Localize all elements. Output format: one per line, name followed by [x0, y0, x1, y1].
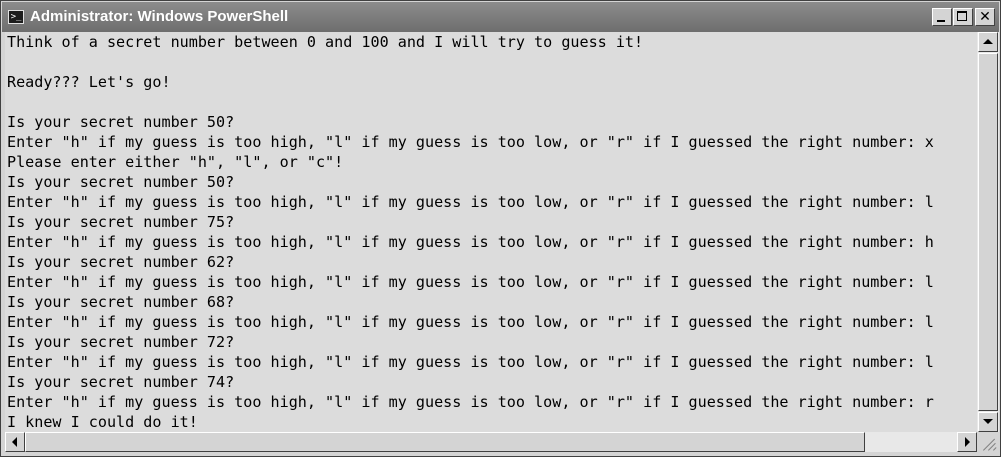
- console-line: Is your secret number 72?: [7, 333, 235, 351]
- vertical-scrollbar[interactable]: [977, 32, 999, 432]
- horizontal-scroll-thumb[interactable]: [25, 432, 865, 452]
- console-line: Enter "h" if my guess is too high, "l" i…: [7, 353, 934, 371]
- console-line: Enter "h" if my guess is too high, "l" i…: [7, 273, 934, 291]
- console-line: Enter "h" if my guess is too high, "l" i…: [7, 133, 934, 151]
- minimize-button[interactable]: [932, 8, 952, 26]
- arrow-left-icon: [12, 437, 17, 447]
- console-line: Enter "h" if my guess is too high, "l" i…: [7, 233, 934, 251]
- console-line: Is your secret number 50?: [7, 173, 235, 191]
- console-line: Is your secret number 50?: [7, 113, 235, 131]
- console-line: Think of a secret number between 0 and 1…: [7, 33, 644, 51]
- horizontal-scrollbar[interactable]: [5, 432, 977, 452]
- powershell-window: >_ Administrator: Windows PowerShell ✕ T…: [0, 0, 1001, 457]
- console-line: Is your secret number 62?: [7, 253, 235, 271]
- console-line: I knew I could do it!: [7, 413, 198, 431]
- scroll-up-button[interactable]: [978, 32, 998, 52]
- console-line: Enter "h" if my guess is too high, "l" i…: [7, 313, 934, 331]
- title-bar[interactable]: >_ Administrator: Windows PowerShell ✕: [2, 2, 999, 32]
- close-button[interactable]: ✕: [975, 8, 995, 26]
- console-output[interactable]: Think of a secret number between 0 and 1…: [5, 32, 977, 432]
- close-icon: ✕: [979, 9, 991, 25]
- minimize-icon: [937, 20, 945, 22]
- console-line: Ready??? Let's go!: [7, 73, 171, 91]
- resize-grip-icon[interactable]: [977, 432, 999, 452]
- window-title: Administrator: Windows PowerShell: [30, 8, 289, 25]
- scroll-right-button[interactable]: [957, 432, 977, 452]
- arrow-right-icon: [965, 437, 970, 447]
- arrow-up-icon: [983, 39, 993, 44]
- scroll-down-button[interactable]: [978, 412, 998, 432]
- console-line: Is your secret number 75?: [7, 213, 235, 231]
- maximize-button[interactable]: [953, 8, 973, 26]
- maximize-icon: [957, 11, 967, 21]
- console-line: Enter "h" if my guess is too high, "l" i…: [7, 393, 934, 411]
- scroll-left-button[interactable]: [5, 432, 25, 452]
- console-line: Is your secret number 74?: [7, 373, 235, 391]
- console-line: Is your secret number 68?: [7, 293, 235, 311]
- console-line: Enter "h" if my guess is too high, "l" i…: [7, 193, 934, 211]
- arrow-down-icon: [983, 419, 993, 424]
- vertical-scroll-thumb[interactable]: [978, 53, 998, 411]
- console-line: Please enter either "h", "l", or "c"!: [7, 153, 344, 171]
- powershell-icon[interactable]: >_: [8, 10, 24, 24]
